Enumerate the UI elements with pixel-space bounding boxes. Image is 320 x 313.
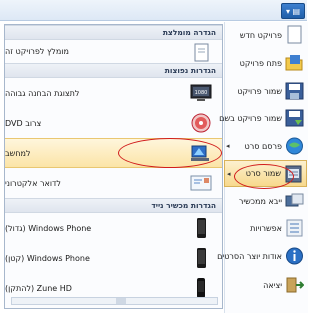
submenu-item-burn-dvd[interactable]: צרוב DVD [5,108,222,138]
save-movie-submenu: הגדרה מומלצת מומלץ לפרויקט זה הגדרות נפו… [4,24,223,309]
scrollbar-thumb[interactable] [116,298,126,304]
new-project-icon [287,25,302,44]
menu-item-label: פרויקט חדש [239,31,282,40]
menu-item-label: פתח פרויקט [239,59,282,68]
project-icon [194,43,209,62]
submenu-item-email[interactable]: לדואר אלקטרוני [5,168,222,198]
menu-item-label: שמור סרט [245,169,281,178]
options-icon [286,219,303,237]
dvd-icon [191,113,211,133]
submenu-item-label: למחשב [5,148,31,158]
submenu-item-recommended[interactable]: מומלץ לפרויקט זה [5,40,222,63]
phone-icon [197,218,206,238]
svg-text:1080: 1080 [195,90,208,96]
menu-item-publish-movie[interactable]: ◂ פרסם סרט [224,133,307,160]
save-project-icon [285,82,304,100]
submenu-item-label: לדואר אלקטרוני [5,178,61,188]
menu-item-label: שמור פרויקט בשם [219,114,282,123]
submenu-item-label: Windows Phone (גדול) [5,223,92,233]
about-icon [286,247,303,265]
submenu-item-label: צרוב DVD [5,118,42,128]
submenu-item-wp-large[interactable]: Windows Phone (גדול) [5,213,222,243]
menu-item-save-project-as[interactable]: שמור פרויקט בשם [219,105,307,132]
menu-item-save-movie[interactable]: ◂ שמור סרט [224,160,307,187]
submenu-arrow-icon: ◂ [227,170,231,178]
menu-item-label: שמור פרויקט [237,87,282,96]
menu-item-label: פרסם סרט [244,142,282,151]
submenu-item-label: לתצוגת הבחנה גבוהה [5,88,80,98]
save-movie-icon [285,165,302,183]
submenu-arrow-icon: ◂ [226,142,230,150]
save-as-icon [285,109,304,127]
zune-icon [197,278,205,298]
title-bar: ▾ ▤ [0,0,307,21]
computer-icon [191,145,209,161]
submenu-item-label: Zune HD (להתקן) [5,283,72,293]
menu-item-about[interactable]: אודות יוצר הסרטים [217,243,307,270]
import-icon [285,193,304,207]
email-icon [190,175,212,191]
section-header-common: הגדרות נפוצות [5,63,222,78]
submenu-item-hd-display[interactable]: לתצוגת הבחנה גבוהה 1080 [5,78,222,108]
menu-item-label: ייבא ממכשיר [238,197,282,206]
exit-icon [286,277,304,293]
menu-item-exit[interactable]: יציאה [224,272,307,299]
menu-item-import-device[interactable]: ייבא ממכשיר [224,188,307,215]
submenu-item-label: מומלץ לפרויקט זה [5,47,69,56]
section-header-mobile: הגדרות מכשיר נייד [5,198,222,213]
menu-item-open-project[interactable]: פתח פרויקט [224,50,307,77]
menu-item-save-project[interactable]: שמור פרויקט [224,78,307,105]
monitor-hd-icon: 1080 [190,84,212,101]
app-menu-button[interactable]: ▾ ▤ [281,3,305,19]
menu-item-label: יציאה [263,281,282,290]
submenu-item-wp-small[interactable]: Windows Phone (קטן) [5,243,222,273]
menu-item-label: אפשרויות [250,224,282,233]
submenu-item-computer[interactable]: למחשב [5,138,222,168]
menu-item-options[interactable]: אפשרויות [224,215,307,242]
submenu-item-label: Windows Phone (קטן) [5,253,90,263]
submenu-scrollbar[interactable] [11,297,218,305]
open-project-icon [285,55,303,71]
menu-item-new-project[interactable]: פרויקט חדש [224,22,307,49]
publish-icon [286,137,303,155]
section-header-recommended: הגדרה מומלצת [5,25,222,40]
phone-icon [197,248,206,268]
menu-item-label: אודות יוצר הסרטים [217,252,282,261]
